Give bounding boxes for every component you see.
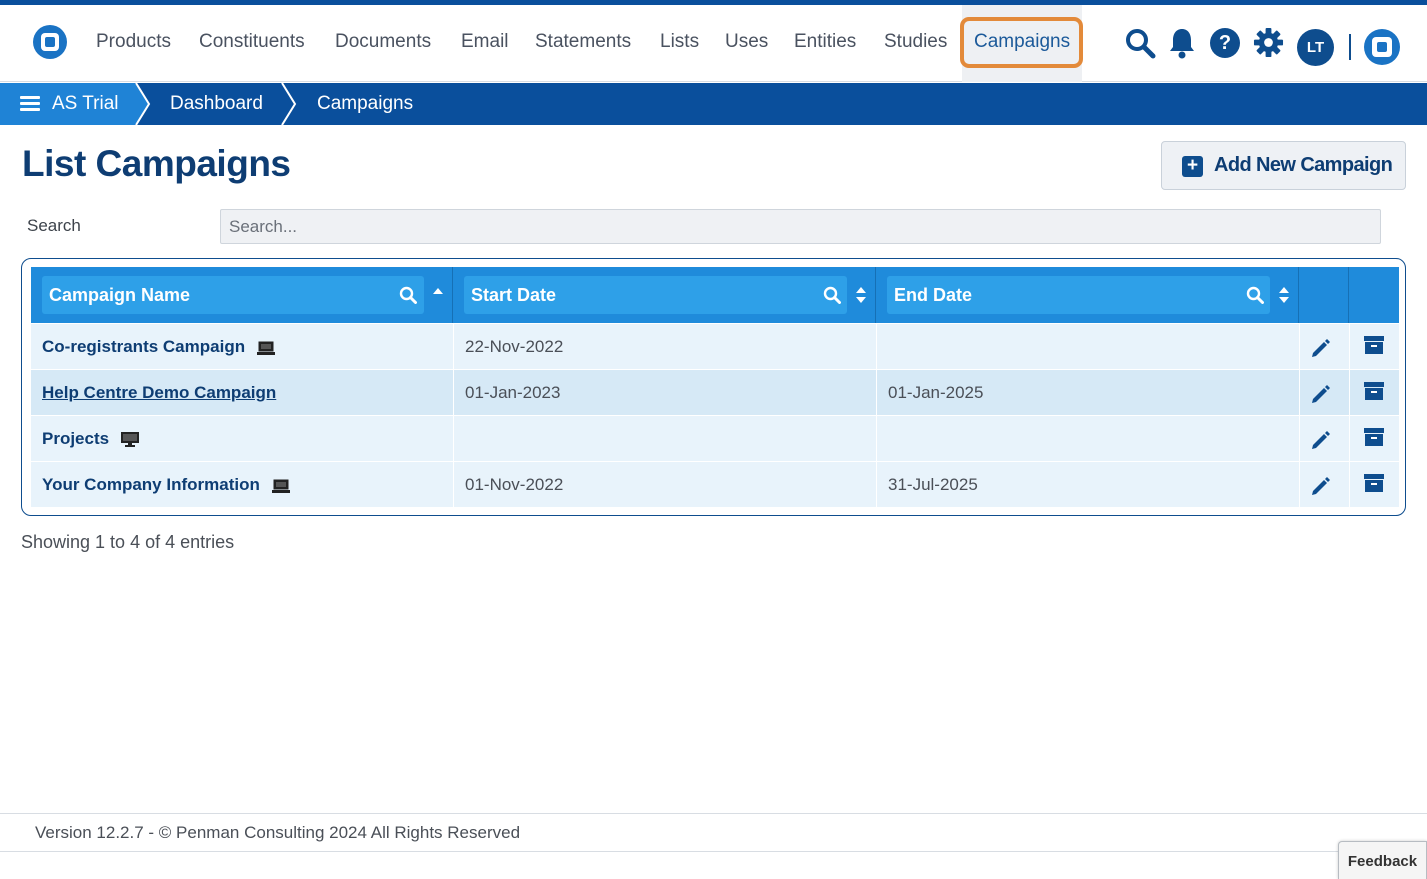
column-label: End Date <box>894 285 973 305</box>
add-new-campaign-button[interactable]: + Add New Campaign <box>1161 141 1406 190</box>
column-header-edit <box>1299 267 1349 323</box>
feedback-button[interactable]: Feedback <box>1338 841 1427 879</box>
column-header-end-date[interactable]: End Date <box>876 267 1299 323</box>
table-row: Your Company Information 01-Nov-2022 31-… <box>31 462 1399 508</box>
column-label: Start Date <box>471 285 557 305</box>
end-date-cell: 31-Jul-2025 <box>888 475 978 494</box>
campaign-name-cell: Your Company Information <box>42 462 291 508</box>
campaign-name-link[interactable]: Projects <box>42 429 109 448</box>
campaign-name-cell: Help Centre Demo Campaign <box>42 370 276 416</box>
breadcrumb-chevron-icon <box>281 83 297 125</box>
breadcrumb: AS Trial Dashboard Campaigns <box>0 83 1427 125</box>
nav-item-studies[interactable]: Studies <box>884 5 947 82</box>
nav-item-campaigns[interactable]: Campaigns <box>962 5 1083 82</box>
nav-item-documents[interactable]: Documents <box>335 5 431 82</box>
nav-item-lists[interactable]: Lists <box>660 5 699 82</box>
column-search-icon[interactable] <box>1246 286 1264 304</box>
sort-both-icon[interactable] <box>1278 286 1290 304</box>
archive-icon[interactable] <box>1363 473 1385 493</box>
plus-icon: + <box>1182 156 1203 177</box>
org-logo-icon[interactable] <box>1364 29 1400 65</box>
add-new-campaign-label: Add New Campaign <box>1214 154 1393 176</box>
nav-divider <box>1349 34 1351 60</box>
archive-icon[interactable] <box>1363 381 1385 401</box>
start-date-cell: 01-Nov-2022 <box>465 475 564 494</box>
nav-item-statements[interactable]: Statements <box>535 5 631 82</box>
column-header-archive <box>1349 267 1399 323</box>
campaign-name-link[interactable]: Help Centre Demo Campaign <box>42 383 276 402</box>
page-title: List Campaigns <box>22 143 291 184</box>
column-filter-campaign-name[interactable]: Campaign Name <box>42 276 424 314</box>
table-header: Campaign Name Start Date End Date <box>31 267 1399 323</box>
edit-pencil-icon[interactable] <box>1310 429 1332 451</box>
hamburger-menu-icon[interactable] <box>20 93 40 114</box>
search-label: Search <box>27 216 81 235</box>
start-date-cell: 22-Nov-2022 <box>465 337 564 356</box>
table-row: Projects <box>31 416 1399 462</box>
nav-item-products[interactable]: Products <box>96 5 171 82</box>
app-logo-icon[interactable] <box>33 25 67 59</box>
laptop-icon <box>271 479 290 493</box>
column-search-icon[interactable] <box>823 286 841 304</box>
campaign-name-cell: Projects <box>42 416 140 462</box>
bell-icon[interactable] <box>1168 27 1196 64</box>
help-icon[interactable]: ? <box>1210 28 1240 58</box>
breadcrumb-item-as-trial[interactable]: AS Trial <box>0 83 135 125</box>
search-icon[interactable] <box>1124 27 1156 64</box>
edit-pencil-icon[interactable] <box>1310 383 1332 405</box>
edit-pencil-icon[interactable] <box>1310 337 1332 359</box>
breadcrumb-item-dashboard[interactable]: Dashboard <box>170 83 263 125</box>
nav-item-email[interactable]: Email <box>461 5 509 82</box>
end-date-cell: 01-Jan-2025 <box>888 383 984 402</box>
footer: Version 12.2.7 - © Penman Consulting 202… <box>0 813 1427 852</box>
nav-item-constituents[interactable]: Constituents <box>199 5 305 82</box>
user-avatar[interactable]: LT <box>1297 29 1334 66</box>
column-header-start-date[interactable]: Start Date <box>453 267 876 323</box>
search-input[interactable] <box>220 209 1381 244</box>
column-search-icon[interactable] <box>399 286 417 304</box>
footer-copyright: Version 12.2.7 - © Penman Consulting 202… <box>35 823 521 842</box>
start-date-cell: 01-Jan-2023 <box>465 383 561 402</box>
breadcrumb-chevron-icon <box>135 83 151 125</box>
column-header-campaign-name[interactable]: Campaign Name <box>31 267 453 323</box>
edit-pencil-icon[interactable] <box>1310 475 1332 497</box>
campaigns-table: Campaign Name Start Date End Date Co-reg… <box>21 258 1406 516</box>
table-row: Help Centre Demo Campaign 01-Jan-2023 01… <box>31 370 1399 416</box>
column-label: Campaign Name <box>49 285 191 305</box>
laptop-icon <box>256 341 275 355</box>
column-filter-start-date[interactable]: Start Date <box>464 276 847 314</box>
gear-icon[interactable] <box>1253 27 1284 63</box>
nav-item-entities[interactable]: Entities <box>794 5 856 82</box>
breadcrumb-item-campaigns: Campaigns <box>317 93 414 114</box>
campaign-name-cell: Co-registrants Campaign <box>42 324 276 370</box>
campaign-name-link[interactable]: Your Company Information <box>42 475 260 494</box>
nav-item-uses[interactable]: Uses <box>725 5 768 82</box>
campaign-name-link[interactable]: Co-registrants Campaign <box>42 337 245 356</box>
sort-ascending-icon[interactable] <box>432 286 444 304</box>
table-row: Co-registrants Campaign 22-Nov-2022 <box>31 324 1399 370</box>
sort-both-icon[interactable] <box>855 286 867 304</box>
archive-icon[interactable] <box>1363 427 1385 447</box>
table-info: Showing 1 to 4 of 4 entries <box>21 532 235 552</box>
column-filter-end-date[interactable]: End Date <box>887 276 1270 314</box>
top-navigation: Products Constituents Documents Email St… <box>0 5 1427 82</box>
archive-icon[interactable] <box>1363 335 1385 355</box>
monitor-icon <box>120 432 139 448</box>
